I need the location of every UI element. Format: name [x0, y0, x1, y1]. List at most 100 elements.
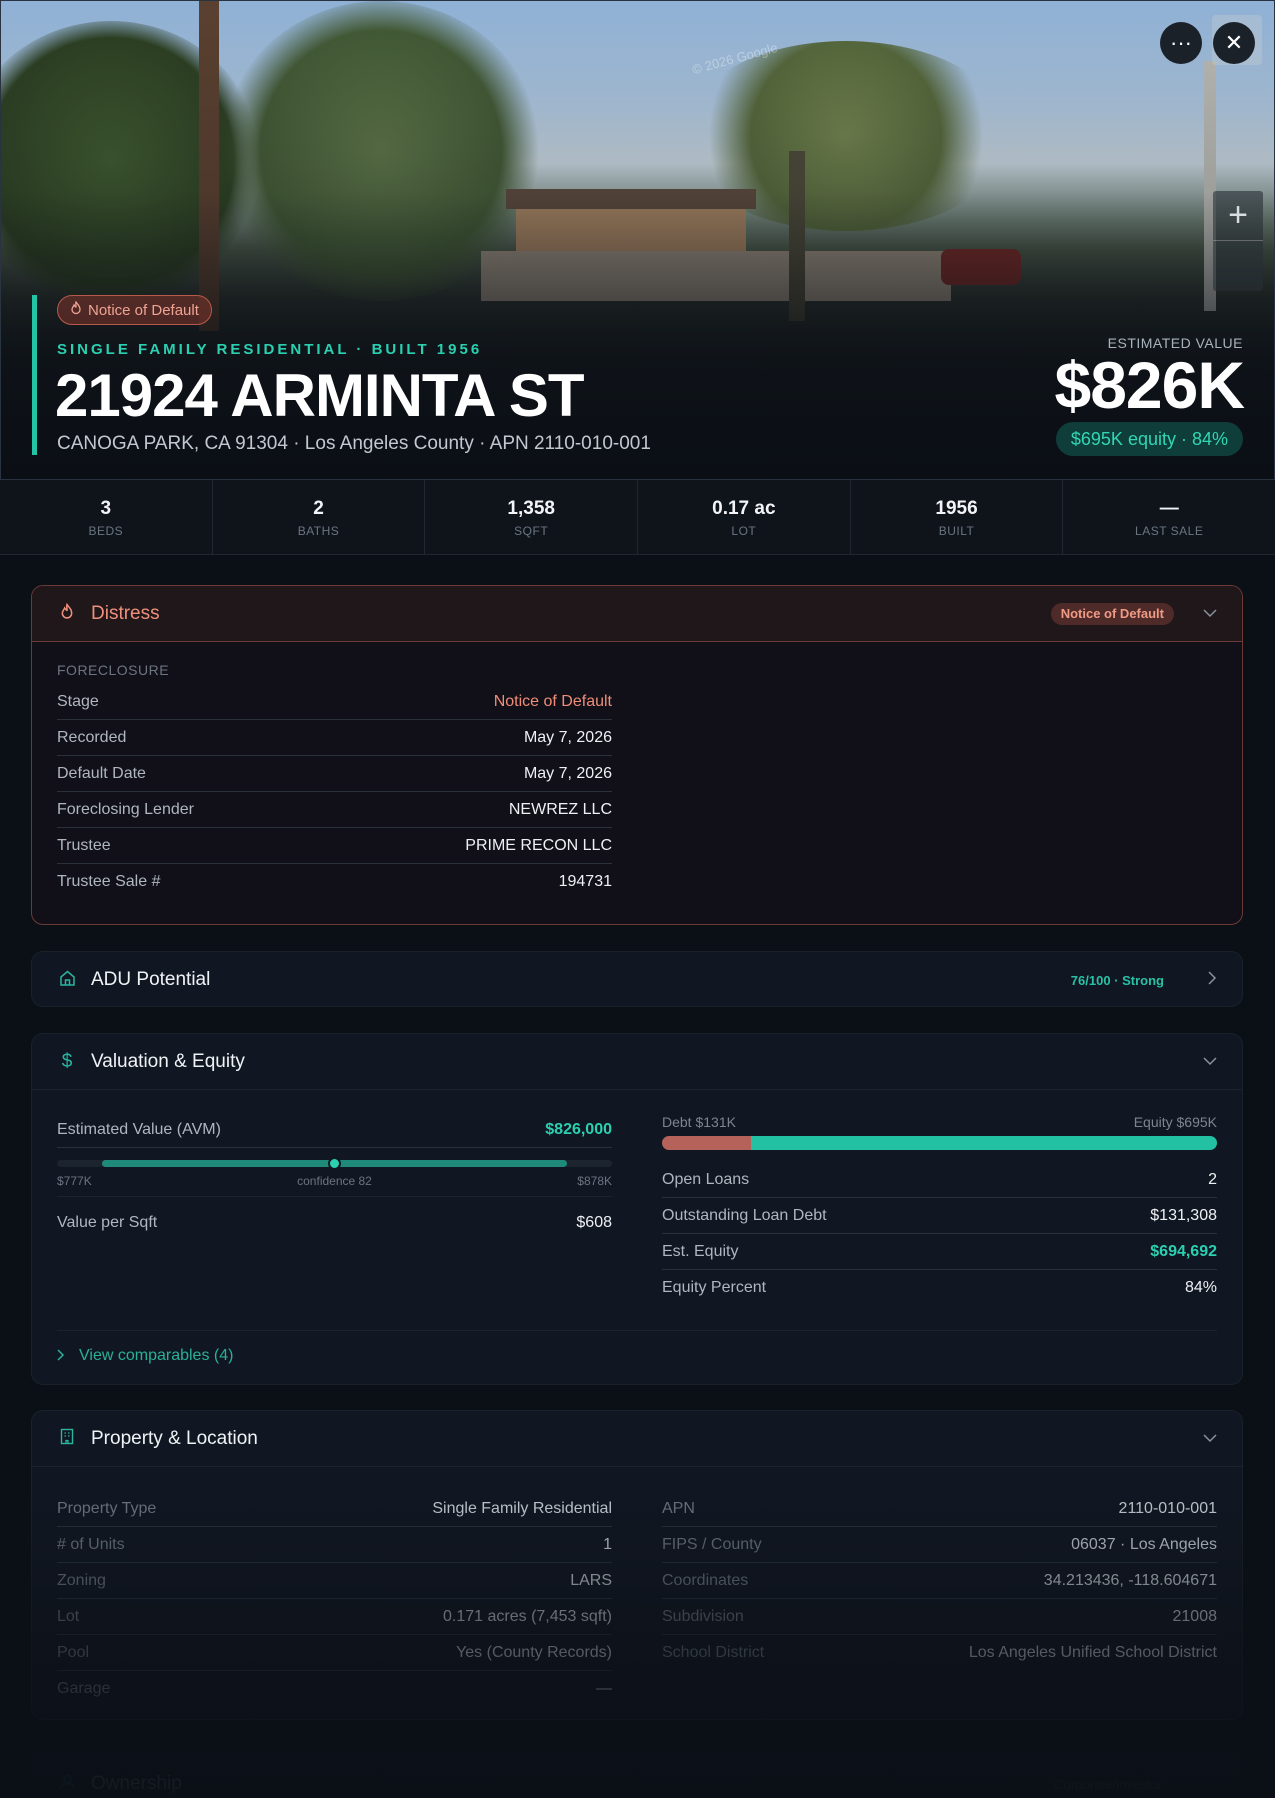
row-key: School District [662, 1644, 765, 1661]
location-row: Coordinates 34.213436, -118.604671 [662, 1563, 1217, 1599]
property-right: APN 2110-010-001 FIPS / County 06037 · Los… [662, 1491, 1217, 1707]
valuation-left: Estimated Value (AVM) $826,000 $777K conf… [57, 1112, 612, 1306]
distress-header[interactable]: Distress Notice of Default [32, 586, 1242, 642]
close-button[interactable]: ✕ [1213, 22, 1255, 64]
stat-label: SQFT [514, 524, 549, 538]
row-value: 34.213436, -118.604671 [1043, 1571, 1217, 1589]
property-row: Garage — [57, 1671, 612, 1707]
equity-pill: $695K equity · 84% [1055, 422, 1243, 456]
ownership-section[interactable]: Ownership Corporate/Investor [31, 1755, 1243, 1798]
stat-value: — [1159, 498, 1179, 519]
row-key: Open Loans [662, 1170, 750, 1188]
row-value: 06037 · Los Angeles [1071, 1535, 1217, 1553]
row-value: 21008 [1172, 1607, 1218, 1625]
stat-baths: 2 BATHS [213, 480, 426, 554]
row-key: Property Type [57, 1499, 157, 1517]
row-value: 0.171 acres (7,453 sqft) [443, 1607, 612, 1625]
distress-row-stage: Stage Notice of Default [57, 684, 612, 720]
stat-lot: 0.17 ac LOT [638, 480, 851, 554]
estimated-value: $826K [1054, 348, 1245, 422]
stat-value: 2 [313, 498, 324, 519]
property-section: Property & Location Property Type Single … [31, 1410, 1243, 1720]
equity-percent-row: Equity Percent 84% [662, 1270, 1217, 1306]
zoom-out-button[interactable] [1213, 241, 1263, 291]
stat-value: 1,358 [507, 498, 555, 519]
distress-row-trustee-sale: Trustee Sale # 194731 [57, 864, 612, 900]
stat-value: 3 [100, 498, 112, 519]
property-row: Property Type Single Family Residential [57, 1491, 612, 1527]
property-address: 21924 ARMINTA ST [55, 362, 585, 429]
distress-row-lender: Foreclosing Lender NEWREZ LLC [57, 792, 612, 828]
stat-label: LAST SALE [1135, 524, 1204, 538]
stat-built: 1956 BUILT [851, 480, 1064, 554]
more-options-button[interactable]: ··· [1160, 22, 1202, 64]
chevron-down-icon[interactable] [1203, 605, 1217, 623]
distress-row-recorded: Recorded May 7, 2026 [57, 720, 612, 756]
avm-row: Estimated Value (AVM) $826,000 [57, 1112, 612, 1148]
stat-label: BUILT [938, 524, 975, 538]
row-value: Los Angeles Unified School District [968, 1644, 1217, 1661]
avm-range: $777K confidence 82 $878K [57, 1152, 612, 1190]
flame-icon [70, 300, 82, 319]
row-key: Garage [57, 1680, 111, 1697]
property-title: Property & Location [91, 1427, 258, 1449]
stat-value: 0.17 ac [712, 498, 776, 519]
more-icon: ··· [1170, 30, 1192, 55]
chevron-down-icon[interactable] [1203, 1430, 1217, 1448]
adu-header[interactable]: ADU Potential 76/100 · Strong [32, 952, 1242, 1006]
stat-last-sale: — LAST SALE [1063, 480, 1275, 554]
dollar-icon: $ [61, 1050, 73, 1072]
stat-sqft: 1,358 SQFT [425, 480, 639, 554]
stat-label: BEDS [88, 524, 124, 538]
row-key: FIPS / County [662, 1535, 762, 1553]
hero-accent-bar [32, 295, 37, 455]
row-key: Lot [57, 1607, 80, 1625]
row-key: Foreclosing Lender [57, 800, 194, 818]
hero-photo: © 2026 Google ··· ✕ + Notice of Default … [0, 0, 1275, 480]
valuation-header[interactable]: $ Valuation & Equity [32, 1034, 1242, 1090]
row-key: Coordinates [662, 1571, 749, 1589]
range-low: $777K [57, 1174, 92, 1188]
adu-title: ADU Potential [91, 969, 211, 990]
user-icon [57, 1774, 77, 1795]
row-key: Equity Percent [662, 1279, 767, 1296]
row-value: 1 [603, 1535, 612, 1553]
chevron-down-icon[interactable] [1203, 1053, 1217, 1071]
location-row: FIPS / County 06037 · Los Angeles [662, 1527, 1217, 1563]
row-value: $694,692 [1150, 1242, 1217, 1260]
distress-section: Distress Notice of Default FORECLOSURE S… [31, 585, 1243, 925]
view-comparables-link[interactable]: View comparables (4) [57, 1330, 1217, 1365]
comparables-label: View comparables (4) [79, 1347, 234, 1364]
location-row: APN 2110-010-001 [662, 1491, 1217, 1527]
est-equity-row: Est. Equity $694,692 [662, 1234, 1217, 1270]
range-marker [328, 1157, 341, 1170]
chevron-right-icon[interactable] [1208, 970, 1217, 990]
row-value: Notice of Default [493, 692, 612, 710]
property-row: Zoning LARS [57, 1563, 612, 1599]
range-high: $878K [577, 1174, 612, 1188]
row-key: Subdivision [662, 1607, 744, 1625]
property-subline: CANOGA PARK, CA 91304 · Los Angeles Coun… [57, 433, 651, 454]
ownership-title: Ownership [91, 1773, 182, 1794]
open-loans-row: Open Loans 2 [662, 1162, 1217, 1198]
stat-label: BATHS [297, 524, 340, 538]
row-value: Yes (County Records) [456, 1643, 612, 1661]
distress-title: Distress [91, 602, 160, 624]
row-value: May 7, 2026 [523, 728, 612, 746]
distress-badge-label: Notice of Default [88, 301, 199, 319]
row-value: 2 [1208, 1170, 1217, 1188]
zoom-in-button[interactable]: + [1213, 191, 1263, 241]
home-icon [57, 970, 77, 991]
ownership-header[interactable]: Ownership Corporate/Investor [32, 1756, 1242, 1798]
stat-label: LOT [731, 524, 757, 538]
row-key: Pool [57, 1643, 90, 1661]
avm-label: Estimated Value (AVM) [57, 1120, 221, 1138]
valuation-right: Debt $131K Equity $695K Open Loans 2 Outs… [662, 1112, 1217, 1306]
property-header[interactable]: Property & Location [32, 1411, 1242, 1467]
property-row: Pool Yes (County Records) [57, 1635, 612, 1671]
foreclosure-label: FORECLOSURE [57, 662, 170, 678]
adu-section[interactable]: ADU Potential 76/100 · Strong [31, 951, 1243, 1007]
row-key: Trustee Sale # [57, 873, 161, 890]
distress-row-trustee: Trustee PRIME RECON LLC [57, 828, 612, 864]
row-key: Est. Equity [662, 1242, 739, 1260]
